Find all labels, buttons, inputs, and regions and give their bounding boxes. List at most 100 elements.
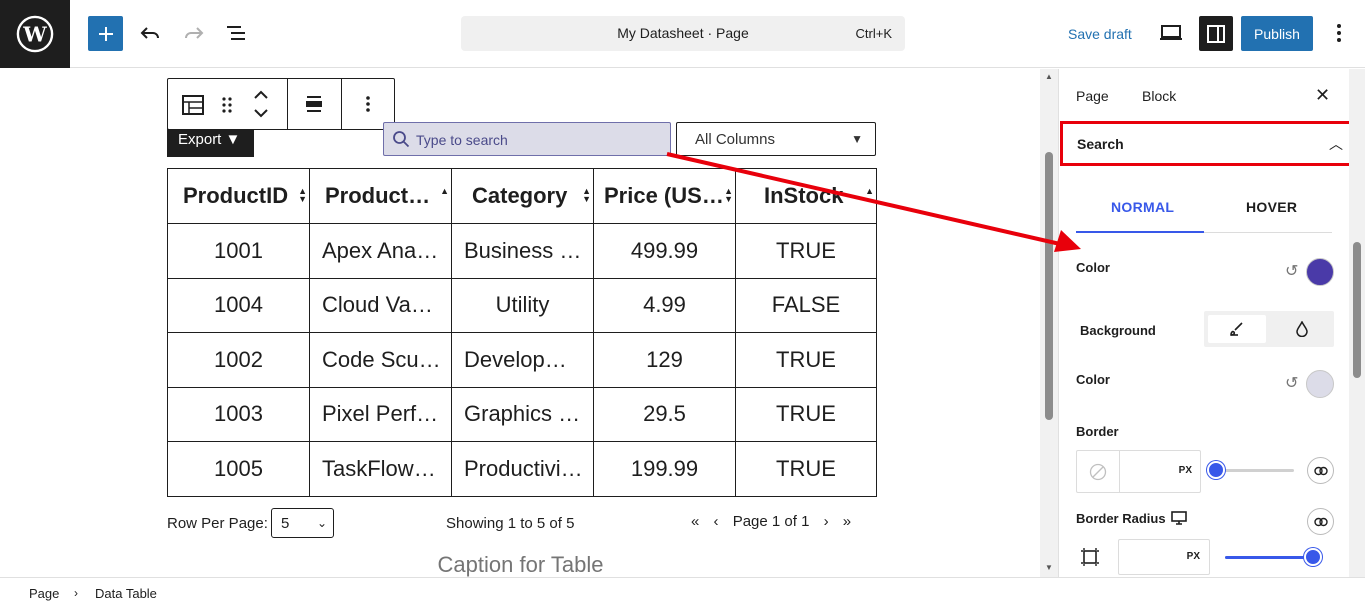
column-header[interactable]: InStock ▲ [735, 168, 877, 224]
canvas-scrollbar[interactable] [1045, 152, 1053, 420]
rows-per-page-label: Row Per Page: [167, 515, 268, 532]
scroll-up-icon[interactable]: ▲ [1045, 72, 1053, 81]
drag-handle-icon[interactable] [221, 96, 233, 114]
table-cell: Utility [451, 277, 594, 333]
table-cell: 29.5 [593, 386, 736, 442]
border-width-slider[interactable] [1207, 461, 1294, 479]
background-color-swatch[interactable] [1306, 370, 1334, 398]
block-toolbar [167, 78, 395, 130]
first-page-icon[interactable]: « [691, 513, 699, 530]
link-icon [1313, 517, 1328, 526]
column-header[interactable]: Category ▲ ▼ [451, 168, 594, 224]
wordpress-logo-button[interactable]: W [0, 0, 70, 68]
border-link-button[interactable] [1307, 457, 1334, 484]
close-icon[interactable]: ✕ [1315, 85, 1330, 106]
sidebar-scrollbar[interactable] [1353, 242, 1361, 378]
wordpress-icon: W [16, 15, 54, 53]
table-cell: 129 [593, 332, 736, 388]
columns-filter-value: All Columns [695, 131, 776, 148]
move-down-icon[interactable] [253, 107, 269, 119]
column-header-label: ProductID [183, 183, 289, 208]
block-breadcrumb-bar: Page › Data Table [0, 577, 1365, 606]
chevron-down-icon: ⌄ [316, 516, 327, 530]
tab-block[interactable]: Block [1142, 88, 1176, 104]
command-palette[interactable]: My Datasheet · Page Ctrl+K [461, 16, 905, 51]
radius-link-button[interactable] [1307, 508, 1334, 535]
table-row: 1005 TaskFlow … Productivi… 199.99 TRUE [167, 441, 877, 497]
table-block-icon[interactable] [181, 93, 205, 117]
column-header[interactable]: ProductID ▲ ▼ [167, 168, 310, 224]
search-placeholder: Type to search [416, 132, 508, 148]
options-menu-button[interactable] [1326, 20, 1352, 46]
desktop-icon[interactable] [1171, 511, 1187, 525]
table-cell: TRUE [735, 441, 877, 497]
table-cell: Graphics … [451, 386, 594, 442]
previous-page-icon[interactable]: ‹ [714, 513, 719, 530]
next-page-icon[interactable]: › [824, 513, 829, 530]
table-cell: Productivi… [451, 441, 594, 497]
rows-per-page-select[interactable]: 5 ⌄ [271, 508, 334, 538]
background-gradient-option[interactable] [1274, 315, 1330, 343]
text-color-swatch[interactable] [1306, 258, 1334, 286]
add-block-button[interactable] [88, 16, 123, 51]
settings-sidebar-toggle[interactable] [1199, 16, 1233, 51]
table-cell: 4.99 [593, 277, 736, 333]
block-toolbar-group [168, 79, 288, 129]
background-type-toggle [1204, 311, 1334, 347]
table-search-input[interactable]: Type to search [383, 122, 671, 156]
publish-button[interactable]: Publish [1241, 16, 1313, 51]
border-width-control[interactable]: PX [1076, 450, 1201, 493]
corner-radius-icon[interactable] [1080, 547, 1100, 567]
border-radius-slider[interactable] [1225, 548, 1322, 566]
table-caption[interactable]: Caption for Table [0, 552, 1040, 578]
column-header[interactable]: Price (US… ▲ ▼ [593, 168, 736, 224]
background-classic-option[interactable] [1208, 315, 1266, 343]
column-header-label: Category [472, 183, 568, 208]
sort-icon[interactable]: ▲ ▼ [582, 187, 591, 204]
breadcrumb-item-page[interactable]: Page [29, 586, 59, 601]
reset-icon[interactable]: ↺ [1285, 373, 1298, 393]
document-overview-button[interactable] [224, 20, 250, 46]
table-row: 1001 Apex Anal… Business I… 499.99 TRUE [167, 223, 877, 279]
tab-normal[interactable]: NORMAL [1111, 199, 1174, 215]
redo-button[interactable] [181, 20, 207, 46]
slider-knob[interactable] [1207, 461, 1225, 479]
tab-page[interactable]: Page [1076, 88, 1109, 104]
sort-icon[interactable]: ▲ [440, 187, 449, 203]
radius-unit[interactable]: PX [1187, 551, 1200, 562]
table-cell: FALSE [735, 277, 877, 333]
save-draft-button[interactable]: Save draft [1068, 26, 1132, 42]
border-style-none-button[interactable] [1077, 451, 1120, 492]
slider-knob[interactable] [1304, 548, 1322, 566]
tab-hover[interactable]: HOVER [1246, 199, 1297, 215]
preview-button[interactable] [1158, 20, 1184, 46]
reset-icon[interactable]: ↺ [1285, 261, 1298, 281]
table-cell: TRUE [735, 223, 877, 279]
search-settings-panel-header[interactable]: Search ︿ [1060, 121, 1360, 166]
link-icon [1313, 466, 1328, 475]
border-radius-input[interactable]: PX [1118, 539, 1210, 575]
undo-button[interactable] [137, 20, 163, 46]
table-cell: Apex Anal… [309, 223, 452, 279]
sort-icon[interactable]: ▲ ▼ [298, 187, 307, 204]
page-navigation: « ‹ Page 1 of 1 › » [691, 513, 861, 530]
text-color-label: Color [1076, 260, 1110, 275]
last-page-icon[interactable]: » [843, 513, 851, 530]
align-button[interactable] [288, 79, 342, 129]
column-header[interactable]: Product… ▲ [309, 168, 452, 224]
table-cell: TRUE [735, 332, 877, 388]
move-up-icon[interactable] [253, 89, 269, 101]
breadcrumb-item-data-table[interactable]: Data Table [95, 586, 157, 601]
columns-filter-select[interactable]: All Columns ▼ [676, 122, 876, 156]
showing-entries-text: Showing 1 to 5 of 5 [446, 515, 575, 532]
data-table: ProductID ▲ ▼ Product… ▲ Category ▲ ▼ Price (… [167, 168, 877, 497]
sort-icon[interactable]: ▲ ▼ [724, 187, 733, 204]
background-color-label: Color [1076, 372, 1110, 387]
scroll-down-icon[interactable]: ▼ [1045, 563, 1053, 572]
sort-icon[interactable]: ▲ [865, 187, 874, 203]
border-unit[interactable]: PX [1179, 465, 1192, 476]
table-cell: 1004 [167, 277, 310, 333]
sidebar-tabs: Page Block ✕ [1059, 69, 1365, 119]
caret-down-icon: ▼ [225, 131, 241, 148]
page-indicator: Page 1 of 1 [732, 513, 810, 530]
